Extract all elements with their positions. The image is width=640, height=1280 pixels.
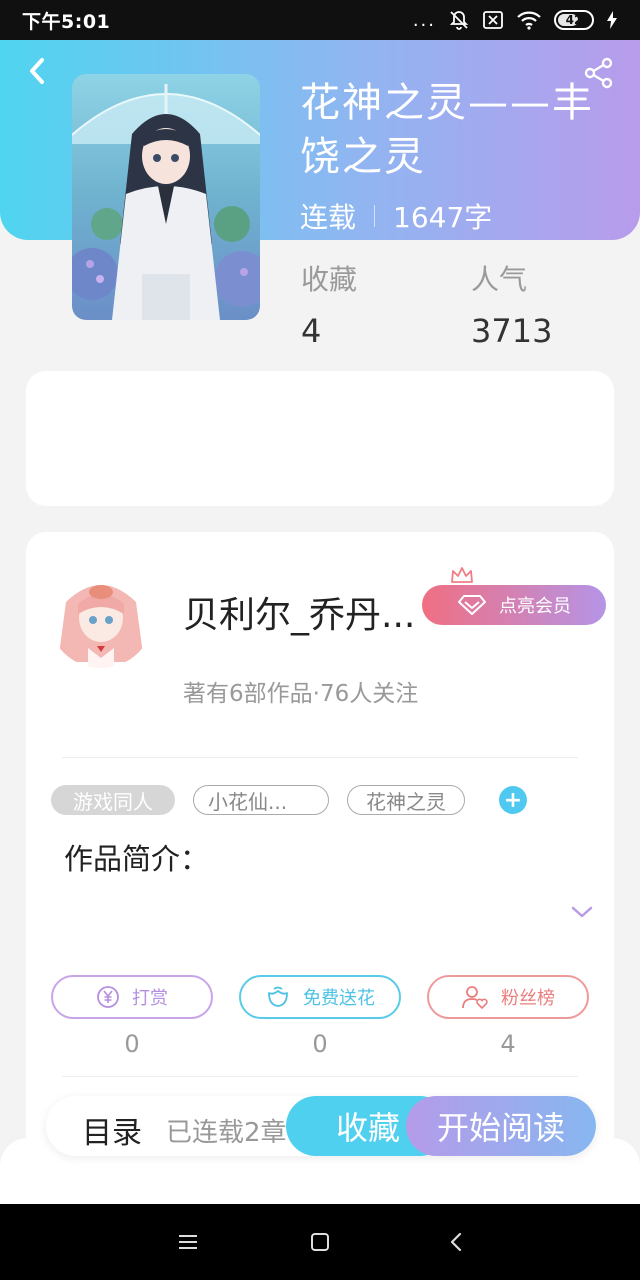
battery-level: 42 — [565, 13, 583, 27]
book-cover[interactable] — [72, 74, 260, 320]
book-meta: 连载 1647字 — [300, 196, 492, 236]
meta-separator — [374, 205, 376, 227]
author-avatar-illustration — [48, 562, 154, 668]
favorites-count: 4 — [301, 312, 322, 350]
popularity-label: 人气 — [471, 263, 528, 296]
divider — [62, 757, 578, 758]
send-flower-label: 免费送花 — [303, 988, 375, 1009]
system-nav-bar — [0, 1204, 640, 1280]
tag-list: 游戏同人 小花仙... 花神之灵 + — [51, 785, 527, 815]
divider — [62, 1076, 578, 1077]
intro-heading: 作品简介： — [64, 842, 210, 876]
wifi-icon — [517, 11, 541, 30]
author-name[interactable]: 贝利尔_乔丹... — [183, 586, 423, 638]
book-status: 连载 — [300, 201, 357, 234]
status-icons: ... 42 — [413, 9, 618, 31]
nav-home-button[interactable] — [306, 1228, 334, 1256]
placeholder-card — [26, 371, 614, 506]
more-notifications-icon: ... — [412, 9, 436, 31]
status-time: 下午5:01 — [22, 10, 111, 33]
back-button[interactable] — [22, 56, 52, 86]
book-word-count: 1647字 — [393, 201, 493, 234]
favorites-label: 收藏 — [301, 263, 358, 296]
tag-item[interactable]: 花神之灵 — [347, 785, 465, 815]
nav-back-button[interactable] — [442, 1228, 470, 1256]
sim-off-icon — [483, 11, 503, 29]
fan-ranking-button[interactable]: 粉丝榜 — [427, 975, 589, 1019]
book-title: 花神之灵——丰饶之灵 — [300, 80, 594, 180]
send-flower-button[interactable]: 免费送花 — [239, 975, 401, 1019]
menu-icon — [179, 1235, 197, 1249]
action-row: 打赏 免费送花 粉丝榜 — [51, 975, 589, 1019]
reward-label: 打赏 — [132, 988, 168, 1009]
start-reading-button[interactable]: 开始阅读 — [406, 1096, 596, 1156]
fan-count: 4 — [500, 1030, 516, 1058]
popularity-count: 3713 — [471, 312, 553, 350]
reward-button[interactable]: 打赏 — [51, 975, 213, 1019]
nav-menu-button[interactable] — [174, 1228, 202, 1256]
home-square-icon — [311, 1233, 329, 1251]
tag-item[interactable]: 小花仙... — [193, 785, 329, 815]
vip-button-label: 点亮会员 — [499, 596, 571, 617]
crown-icon — [451, 567, 473, 583]
author-stats: 著有6部作品·76人关注 — [183, 681, 419, 707]
chevron-left-icon — [30, 58, 44, 84]
chevron-down-icon — [571, 906, 593, 918]
add-tag-button[interactable]: + — [499, 786, 527, 814]
status-bar: 下午5:01 ... 42 — [0, 0, 640, 40]
back-triangle-icon — [450, 1232, 462, 1252]
tag-category[interactable]: 游戏同人 — [51, 785, 175, 815]
flower-icon — [268, 986, 288, 1007]
toc-button[interactable]: 目录 — [82, 1108, 142, 1152]
flower-count: 0 — [312, 1030, 328, 1058]
expand-intro-button[interactable] — [570, 904, 594, 924]
vip-button[interactable]: 点亮会员 — [422, 585, 606, 625]
book-cover-illustration — [72, 74, 260, 320]
yen-icon — [97, 986, 119, 1008]
chapter-count[interactable]: 已连载2章 — [166, 1112, 287, 1149]
diamond-icon — [458, 595, 486, 615]
bottom-action-bar: 目录 已连载2章 收藏 开始阅读 — [46, 1096, 596, 1156]
fan-heart-icon — [462, 986, 488, 1010]
author-avatar[interactable] — [48, 562, 154, 668]
mute-bell-icon — [449, 11, 469, 30]
reward-count: 0 — [124, 1030, 140, 1058]
fan-ranking-label: 粉丝榜 — [501, 988, 555, 1009]
battery-icon: 42 — [554, 10, 594, 30]
charging-icon — [607, 11, 617, 29]
